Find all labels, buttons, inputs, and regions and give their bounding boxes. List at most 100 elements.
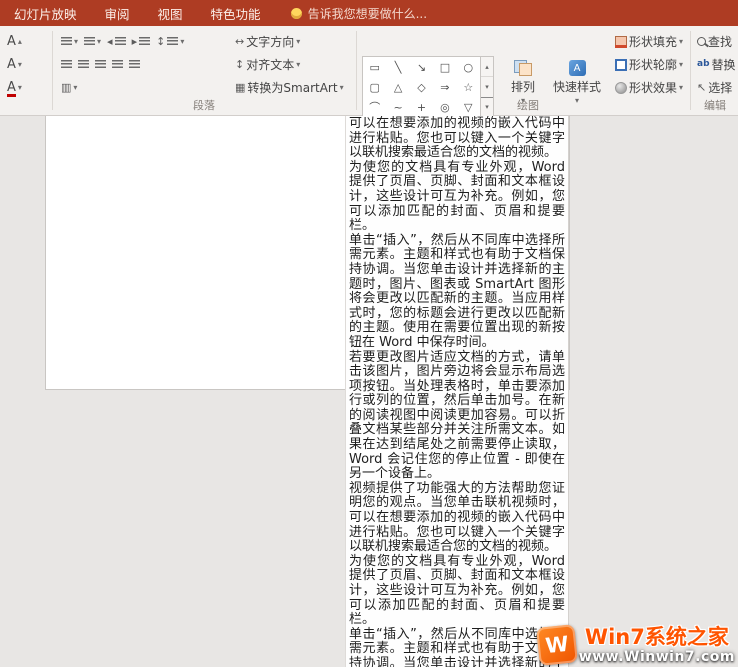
paragraph: 单击“插入”，然后从不同库中选择所需元素。主题和样式也有助于文档保持协调。当您单… bbox=[349, 232, 565, 350]
slide-text-box[interactable]: 可以在想要添加的视频的嵌入代码中进行粘贴。您也可以键入一个关键字以联机搜索最适合… bbox=[345, 116, 569, 667]
watermark-site-url: www.Winwin7.com bbox=[578, 649, 735, 665]
select-button[interactable]: ↖ 选择 bbox=[694, 77, 735, 98]
quick-styles-label: 快速样式 bbox=[552, 80, 601, 94]
increase-indent-icon: ▸ bbox=[131, 35, 138, 48]
lightbulb-icon bbox=[290, 7, 302, 19]
replace-button[interactable]: ab 替换 bbox=[694, 54, 738, 75]
shape-outline-label: 形状轮廓 bbox=[629, 58, 678, 72]
columns-button[interactable]: ▥ ▾ bbox=[58, 80, 80, 95]
shape-effects-label: 形状效果 bbox=[629, 81, 678, 95]
drawing-group-label: 绘图 bbox=[517, 99, 539, 112]
shape-outline-button[interactable]: 形状轮廓 ▾ bbox=[612, 54, 686, 75]
caret-down-icon: ▾ bbox=[180, 36, 185, 46]
align-text-icon: ↕ bbox=[235, 58, 245, 71]
watermark-site-name: Win7系统之家 bbox=[584, 624, 729, 649]
shape-triangle-icon[interactable]: △ bbox=[386, 77, 409, 97]
justify-icon bbox=[112, 60, 123, 69]
convert-smartart-label: 转换为SmartArt bbox=[247, 81, 338, 95]
numbered-list-button[interactable]: ▾ bbox=[81, 35, 104, 48]
arrange-icon bbox=[514, 60, 532, 76]
bullet-list-button[interactable]: ▾ bbox=[58, 35, 81, 48]
editing-group-label: 编辑 bbox=[704, 99, 726, 112]
caret-down-icon: ▾ bbox=[679, 36, 684, 46]
caret-down-icon: ▾ bbox=[296, 36, 301, 46]
find-button[interactable]: 查找 bbox=[694, 31, 735, 52]
tab-view[interactable]: 视图 bbox=[144, 0, 197, 26]
align-right-icon bbox=[95, 60, 106, 69]
shape-rounded-rect-icon[interactable]: ▢ bbox=[363, 77, 386, 97]
decrease-indent-icon: ◂ bbox=[107, 35, 113, 48]
align-center-button[interactable] bbox=[75, 58, 92, 71]
win7-home-logo-icon: W bbox=[535, 624, 578, 667]
caret-down-icon: ▾ bbox=[17, 82, 22, 92]
decrease-indent-button[interactable]: ◂ bbox=[104, 34, 129, 49]
text-direction-button[interactable]: ↔ 文字方向 ▾ bbox=[232, 31, 303, 52]
lines-icon bbox=[114, 37, 126, 46]
arrange-label: 排列 bbox=[510, 80, 535, 94]
grow-font-button[interactable]: A ▴ bbox=[4, 33, 25, 50]
convert-smartart-button[interactable]: ▦ 转换为SmartArt ▾ bbox=[232, 77, 347, 98]
shape-fill-label: 形状填充 bbox=[629, 35, 678, 49]
tab-special-features[interactable]: 特色功能 bbox=[197, 0, 275, 26]
shape-rectangle-icon[interactable]: □ bbox=[433, 57, 456, 77]
paragraph: 为使您的文档具有专业外观，Word 提供了页眉、页脚、封面和文本框设计，这些设计… bbox=[349, 553, 565, 628]
shape-effects-icon bbox=[615, 81, 627, 94]
align-text-label: 对齐文本 bbox=[246, 58, 295, 72]
font-color-button[interactable]: A ▾ bbox=[4, 79, 25, 97]
paragraph: 若要更改图片适应文档的方式，请单击该图片，图片旁边将会显示布局选项按钮。当处理表… bbox=[349, 349, 565, 482]
paragraph: 视频提供了功能强大的方法帮助您证明您的观点。当您单击联机视频时，可以在想要添加的… bbox=[349, 480, 565, 555]
shape-diamond-icon[interactable]: ◇ bbox=[410, 77, 433, 97]
shape-outline-icon bbox=[615, 58, 627, 71]
caret-down-icon: ▾ bbox=[97, 36, 102, 46]
gallery-scroll-up-button[interactable]: ▴ bbox=[481, 57, 493, 76]
caret-down-icon: ▾ bbox=[74, 36, 79, 46]
shrink-font-icon: A bbox=[7, 57, 16, 72]
lines-icon bbox=[139, 37, 151, 46]
text-direction-label: 文字方向 bbox=[246, 35, 295, 49]
lines-icon bbox=[167, 37, 179, 46]
shape-effects-button[interactable]: 形状效果 ▾ bbox=[612, 77, 686, 98]
shape-line-icon[interactable]: ╲ bbox=[386, 57, 409, 77]
replace-icon: ab bbox=[697, 59, 710, 69]
slide-canvas: 可以在想要添加的视频的嵌入代码中进行粘贴。您也可以键入一个关键字以联机搜索最适合… bbox=[0, 116, 738, 667]
find-label: 查找 bbox=[708, 35, 733, 49]
bullet-list-icon bbox=[61, 37, 72, 46]
align-left-button[interactable] bbox=[58, 58, 75, 71]
shape-oval-icon[interactable]: ○ bbox=[457, 57, 480, 77]
align-left-icon bbox=[61, 60, 72, 69]
line-spacing-icon: ↕ bbox=[156, 35, 166, 48]
font-color-icon: A bbox=[7, 80, 16, 97]
shape-fill-button[interactable]: 形状填充 ▾ bbox=[612, 31, 686, 52]
shape-textbox-icon[interactable]: ▭ bbox=[363, 57, 386, 77]
tell-me-text: 告诉我您想要做什么... bbox=[307, 6, 428, 21]
caret-down-icon: ▾ bbox=[73, 82, 78, 92]
distribute-button[interactable] bbox=[126, 58, 143, 71]
shape-arrow-icon[interactable]: ↘ bbox=[410, 57, 433, 77]
justify-button[interactable] bbox=[109, 58, 126, 71]
ribbon: A ▴ A ▾ A ▾ ▾ ▾ ◂ ▸ ↕ ▾ ▥ ▾ ↔ 文字方向 ▾ ↕ 对… bbox=[0, 26, 738, 118]
group-divider bbox=[356, 31, 357, 110]
align-right-button[interactable] bbox=[92, 58, 109, 71]
shape-star-icon[interactable]: ☆ bbox=[457, 77, 480, 97]
align-text-button[interactable]: ↕ 对齐文本 ▾ bbox=[232, 54, 303, 75]
shrink-font-button[interactable]: A ▾ bbox=[4, 56, 25, 73]
caret-down-icon: ▾ bbox=[679, 59, 684, 69]
paragraph: 为使您的文档具有专业外观，Word 提供了页眉、页脚、封面和文本框设计，这些设计… bbox=[349, 159, 565, 234]
tab-review[interactable]: 审阅 bbox=[91, 0, 144, 26]
caret-up-icon: ▴ bbox=[17, 36, 22, 46]
replace-label: 替换 bbox=[711, 58, 736, 72]
increase-indent-button[interactable]: ▸ bbox=[129, 34, 154, 49]
shape-block-arrow-icon[interactable]: ⇒ bbox=[433, 77, 456, 97]
watermark: W Win7系统之家 www.Winwin7.com bbox=[535, 624, 735, 667]
search-icon bbox=[697, 37, 706, 46]
quick-styles-icon: A bbox=[568, 60, 586, 76]
gallery-scroll-down-button[interactable]: ▾ bbox=[481, 76, 493, 96]
tab-slideshow[interactable]: 幻灯片放映 bbox=[0, 0, 91, 26]
caret-down-icon: ▾ bbox=[17, 59, 22, 69]
text-direction-icon: ↔ bbox=[235, 35, 245, 48]
paragraph: 可以在想要添加的视频的嵌入代码中进行粘贴。您也可以键入一个关键字以联机搜索最适合… bbox=[349, 116, 565, 161]
line-spacing-button[interactable]: ↕ ▾ bbox=[153, 34, 187, 49]
group-divider bbox=[52, 31, 53, 110]
tell-me-box[interactable]: 告诉我您想要做什么... bbox=[290, 5, 428, 22]
caret-down-icon: ▾ bbox=[296, 59, 301, 69]
